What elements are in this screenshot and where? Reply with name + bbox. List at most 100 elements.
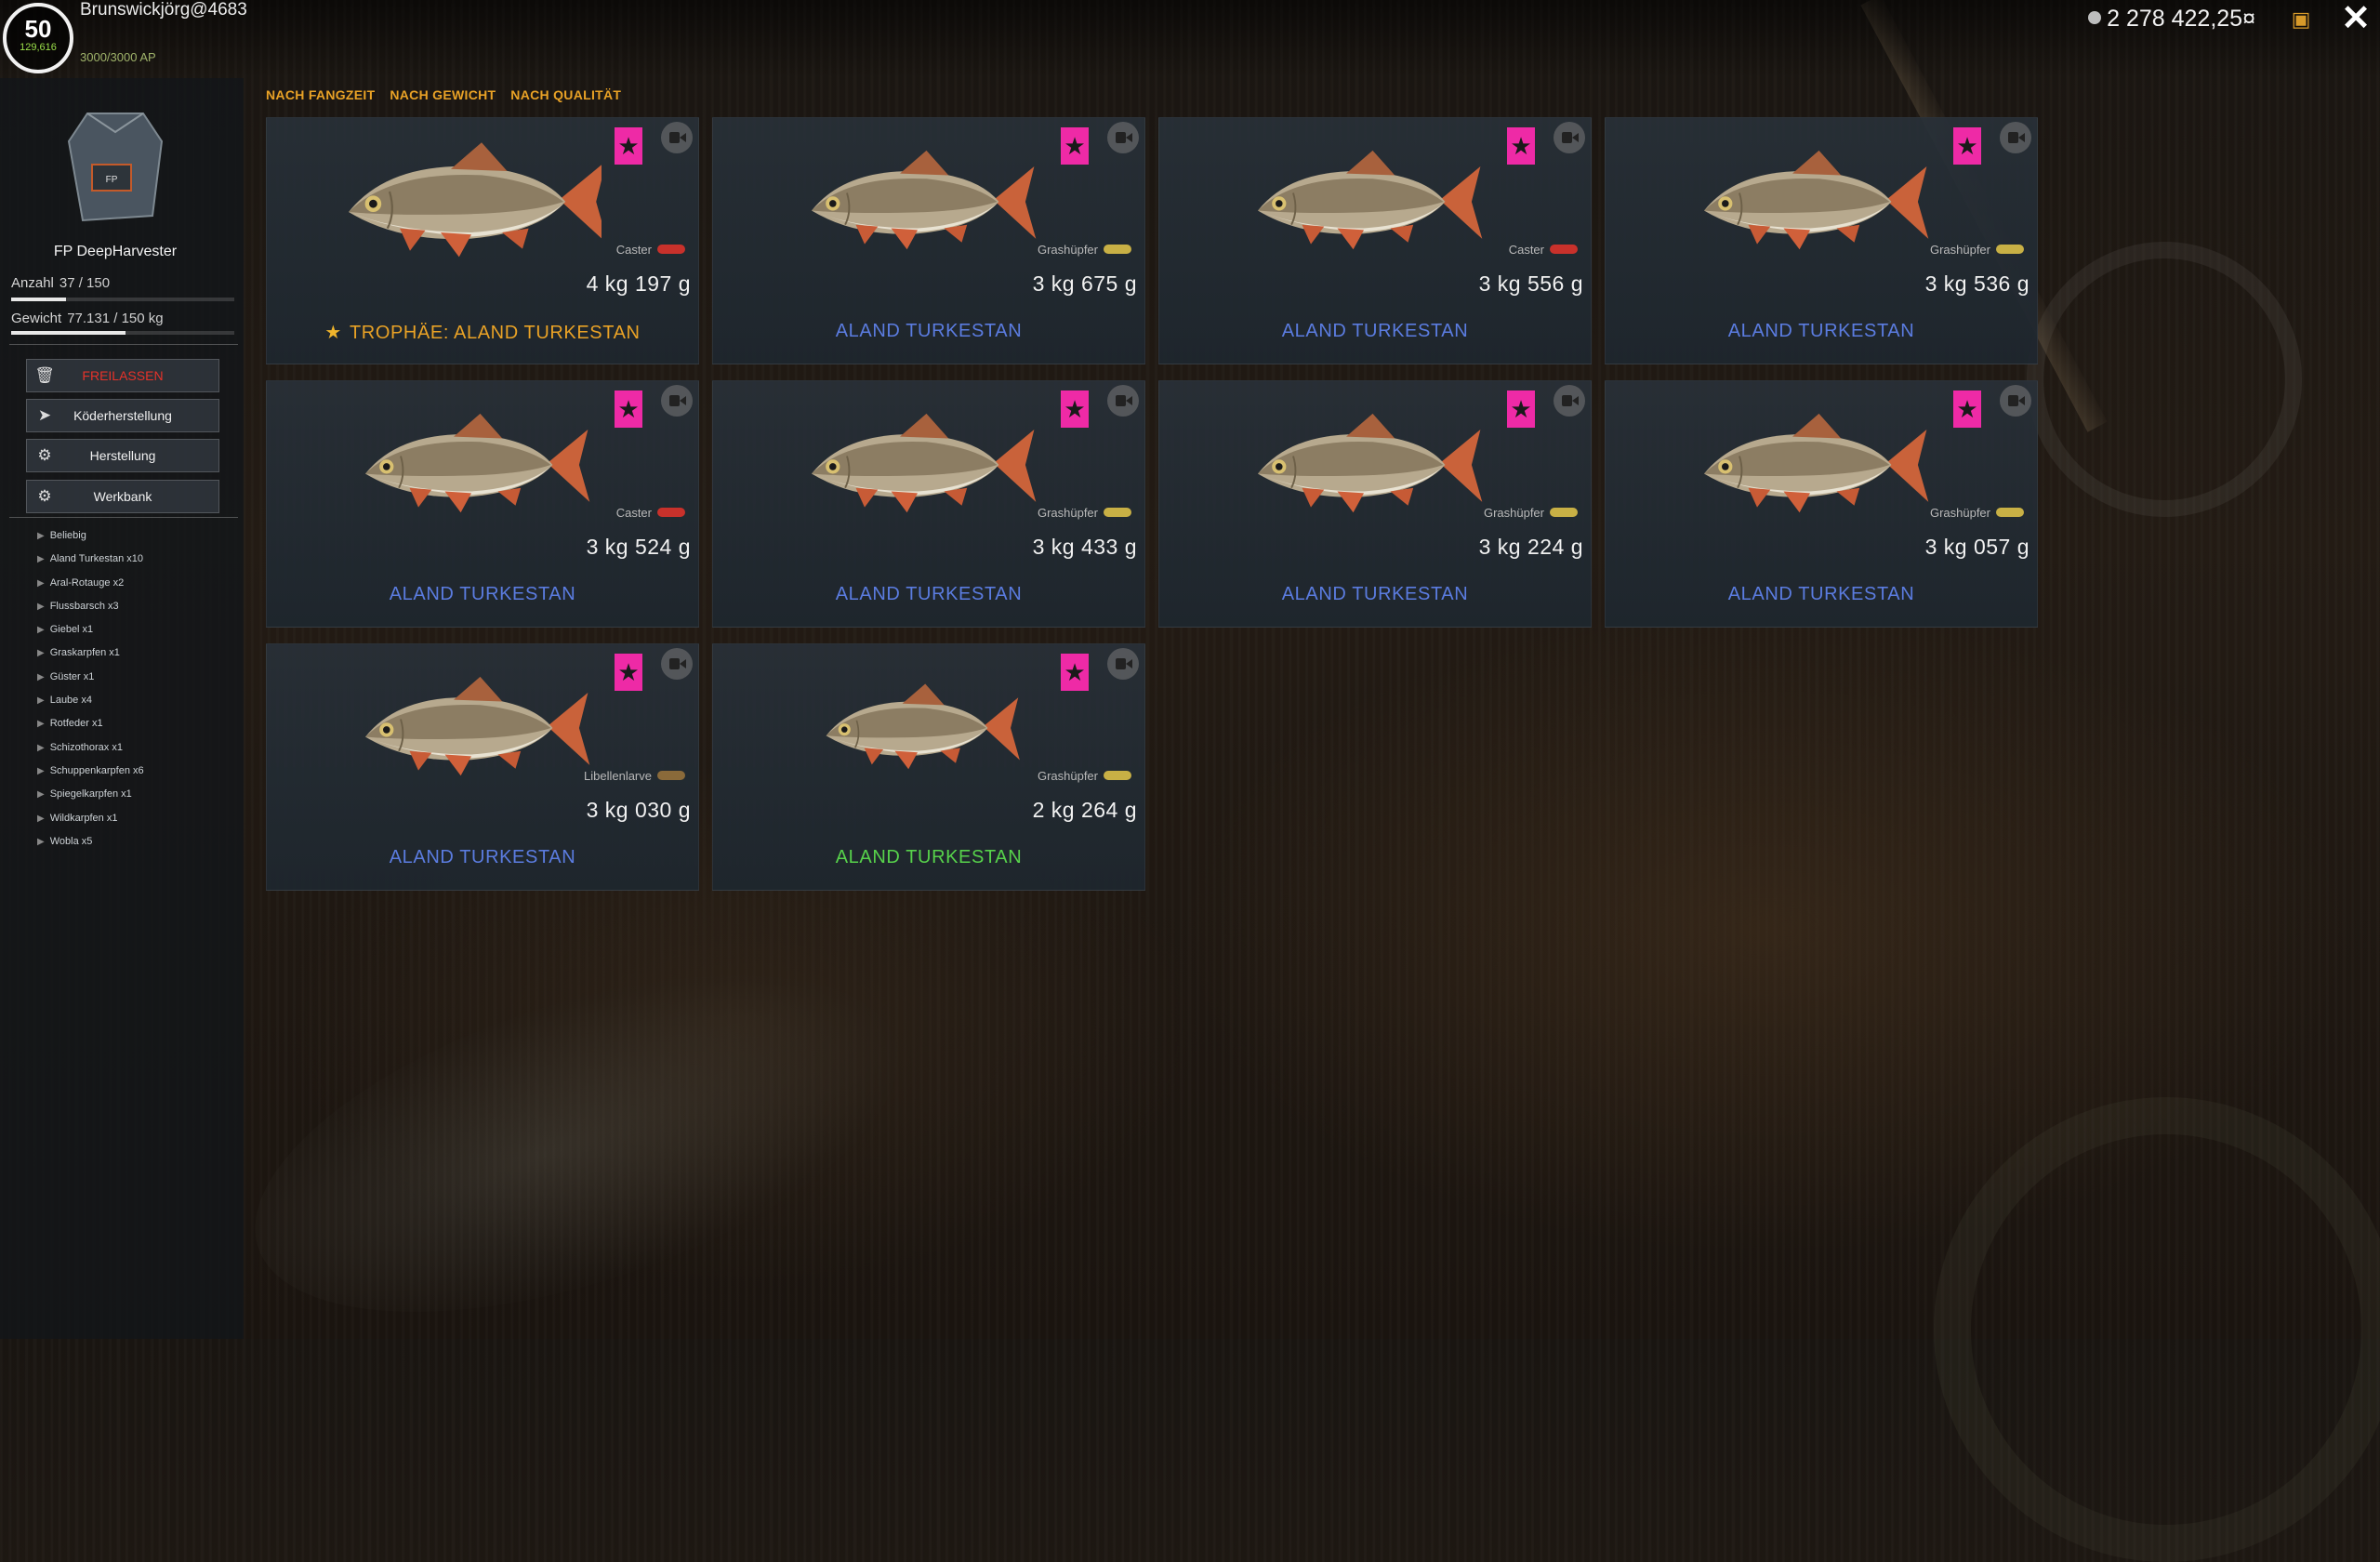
tree-item[interactable]: ▶ Laube x4 xyxy=(37,689,144,712)
sort-by-quality[interactable]: NACH QUALITÄT xyxy=(510,87,621,102)
bait-info: Grashüpfer xyxy=(1038,243,1131,257)
camera-icon[interactable] xyxy=(1107,648,1139,680)
tree-item-label: Beliebig xyxy=(49,530,86,541)
bait-info: Caster xyxy=(616,243,685,257)
bait-label: Caster xyxy=(615,243,652,257)
camera-icon[interactable] xyxy=(661,385,693,417)
sort-tabs: NACH FANGZEIT NACH GEWICHT NACH QUALITÄT xyxy=(266,87,632,102)
camera-icon[interactable] xyxy=(661,648,693,680)
catch-card[interactable]: ★ Grashüpfer 3 kg 536 g ALAND TURKESTAN xyxy=(1605,117,2038,364)
crafting-label: Herstellung xyxy=(89,448,156,463)
sort-by-time[interactable]: NACH FANGZEIT xyxy=(266,87,375,102)
close-icon[interactable]: ✕ xyxy=(2339,1,2373,36)
bait-label: Grashüpfer xyxy=(1929,243,1990,257)
camera-icon[interactable] xyxy=(1107,122,1139,153)
workbench-label: Werkbank xyxy=(93,489,152,504)
fish-image xyxy=(1704,150,1929,250)
camera-icon[interactable] xyxy=(1554,385,1585,417)
favorite-star-icon[interactable]: ★ xyxy=(1953,390,1981,428)
fish-weight: 3 kg 057 g xyxy=(1924,535,2030,559)
favorite-star-icon[interactable]: ★ xyxy=(615,390,642,428)
lure-crafting-label: Köderherstellung xyxy=(73,408,172,423)
bait-icon xyxy=(1104,508,1131,517)
camera-icon[interactable] xyxy=(1554,122,1585,153)
sort-by-weight[interactable]: NACH GEWICHT xyxy=(390,87,496,102)
favorite-star-icon[interactable]: ★ xyxy=(1061,127,1089,165)
camera-icon[interactable] xyxy=(661,122,693,153)
lure-crafting-button[interactable]: ➤ Köderherstellung xyxy=(26,399,219,432)
gear-icon: ⚙ xyxy=(37,446,52,464)
fish-title: ALAND TURKESTAN xyxy=(1159,584,1591,605)
bait-info: Grashüpfer xyxy=(1930,506,2024,520)
catch-card[interactable]: ★ Grashüpfer 3 kg 057 g ALAND TURKESTAN xyxy=(1605,380,2038,628)
fish-title: ALAND TURKESTAN xyxy=(1159,321,1591,342)
fish-title-text: ALAND TURKESTAN xyxy=(835,847,1023,867)
fish-image xyxy=(1258,413,1483,513)
catch-card[interactable]: ★ Grashüpfer 3 kg 433 g ALAND TURKESTAN xyxy=(712,380,1145,628)
catch-card[interactable]: ★ Grashüpfer 3 kg 675 g ALAND TURKESTAN xyxy=(712,117,1145,364)
tree-item[interactable]: ▶ Schuppenkarpfen x6 xyxy=(37,760,144,783)
bait-icon xyxy=(1550,508,1578,517)
player-level: 50 xyxy=(24,15,52,43)
workbench-icon: ⚙ xyxy=(37,487,52,505)
fish-title-text: ALAND TURKESTAN xyxy=(835,584,1023,604)
catch-card[interactable]: ★ Grashüpfer 2 kg 264 g ALAND TURKESTAN xyxy=(712,643,1145,891)
tree-item[interactable]: ▶ Spiegelkarpfen x1 xyxy=(37,783,144,806)
bait-label: Caster xyxy=(615,506,652,520)
tree-item[interactable]: ▶ Schizothorax x1 xyxy=(37,736,144,760)
fish-title: ALAND TURKESTAN xyxy=(267,584,698,605)
bait-info: Caster xyxy=(616,506,685,520)
crafting-button[interactable]: ⚙ Herstellung xyxy=(26,439,219,472)
fish-title: ALAND TURKESTAN xyxy=(267,847,698,868)
tree-item-label: Schuppenkarpfen x6 xyxy=(49,764,144,776)
favorite-star-icon[interactable]: ★ xyxy=(1507,390,1535,428)
catch-card[interactable]: ★ Caster 3 kg 524 g ALAND TURKESTAN xyxy=(266,380,699,628)
keepnet-sidebar: FP FP DeepHarvester Anzahl 37 / 150 Gewic… xyxy=(0,78,244,1339)
tree-item[interactable]: ▶ Aland Turkestan x10 xyxy=(37,548,144,571)
fish-title-text: ALAND TURKESTAN xyxy=(389,847,576,867)
tree-item[interactable]: ▶ Rotfeder x1 xyxy=(37,712,144,735)
keepnet-name: FP DeepHarvester xyxy=(53,244,178,259)
catch-card[interactable]: ★ Caster 4 kg 197 g ★ TROPHÄE: ALAND TURKEST… xyxy=(266,117,699,364)
release-button[interactable]: 🗑 FREILASSEN xyxy=(26,359,219,392)
catch-card[interactable]: ★ Grashüpfer 3 kg 224 g ALAND TURKESTAN xyxy=(1158,380,1592,628)
bait-icon xyxy=(657,771,685,780)
expand-arrow-icon: ▶ xyxy=(37,719,45,730)
count-bar-fill xyxy=(11,298,67,301)
favorite-star-icon[interactable]: ★ xyxy=(615,654,642,691)
lure-icon: ➤ xyxy=(37,406,52,424)
favorite-star-icon[interactable]: ★ xyxy=(1061,390,1089,428)
workbench-button[interactable]: ⚙ Werkbank xyxy=(26,480,219,513)
fish-weight: 3 kg 433 g xyxy=(1032,535,1137,559)
tree-item[interactable]: ▶ Güster x1 xyxy=(37,666,144,689)
favorite-star-icon[interactable]: ★ xyxy=(1061,654,1089,691)
fish-title: ALAND TURKESTAN xyxy=(713,584,1144,605)
tree-item[interactable]: ▶ Graskarpfen x1 xyxy=(37,642,144,665)
fish-image xyxy=(365,413,590,513)
fish-title: ALAND TURKESTAN xyxy=(713,321,1144,342)
tree-item[interactable]: ▶ Wobla x5 xyxy=(37,830,144,854)
favorite-star-icon[interactable]: ★ xyxy=(1507,127,1535,165)
fish-title: ALAND TURKESTAN xyxy=(1606,321,2037,342)
bait-info: Caster xyxy=(1509,243,1578,257)
camera-icon[interactable] xyxy=(1107,385,1139,417)
tree-item[interactable]: ▶ Beliebig xyxy=(37,524,144,548)
fish-image xyxy=(349,142,602,258)
catch-card[interactable]: ★ Libellenlarve 3 kg 030 g ALAND TURKESTAN xyxy=(266,643,699,891)
tree-item[interactable]: ▶ Wildkarpfen x1 xyxy=(37,807,144,830)
camera-icon[interactable] xyxy=(2000,122,2031,153)
tree-item[interactable]: ▶ Giebel x1 xyxy=(37,618,144,642)
bait-label: Grashüpfer xyxy=(1483,506,1544,520)
bag-icon[interactable]: ▣ xyxy=(2287,6,2315,33)
bait-label: Grashüpfer xyxy=(1037,506,1098,520)
favorite-star-icon[interactable]: ★ xyxy=(1953,127,1981,165)
top-bar: 50 129,616 Brunswickjörg@4683 3000/3000 … xyxy=(0,0,2380,78)
tree-item-label: Aland Turkestan x10 xyxy=(49,553,143,565)
tree-item[interactable]: ▶ Flussbarsch x3 xyxy=(37,595,144,618)
tree-item[interactable]: ▶ Aral-Rotauge x2 xyxy=(37,572,144,595)
camera-icon[interactable] xyxy=(2000,385,2031,417)
catch-card[interactable]: ★ Caster 3 kg 556 g ALAND TURKESTAN xyxy=(1158,117,1592,364)
fish-weight: 3 kg 030 g xyxy=(586,798,691,822)
bait-label: Grashüpfer xyxy=(1929,506,1990,520)
favorite-star-icon[interactable]: ★ xyxy=(615,127,642,165)
